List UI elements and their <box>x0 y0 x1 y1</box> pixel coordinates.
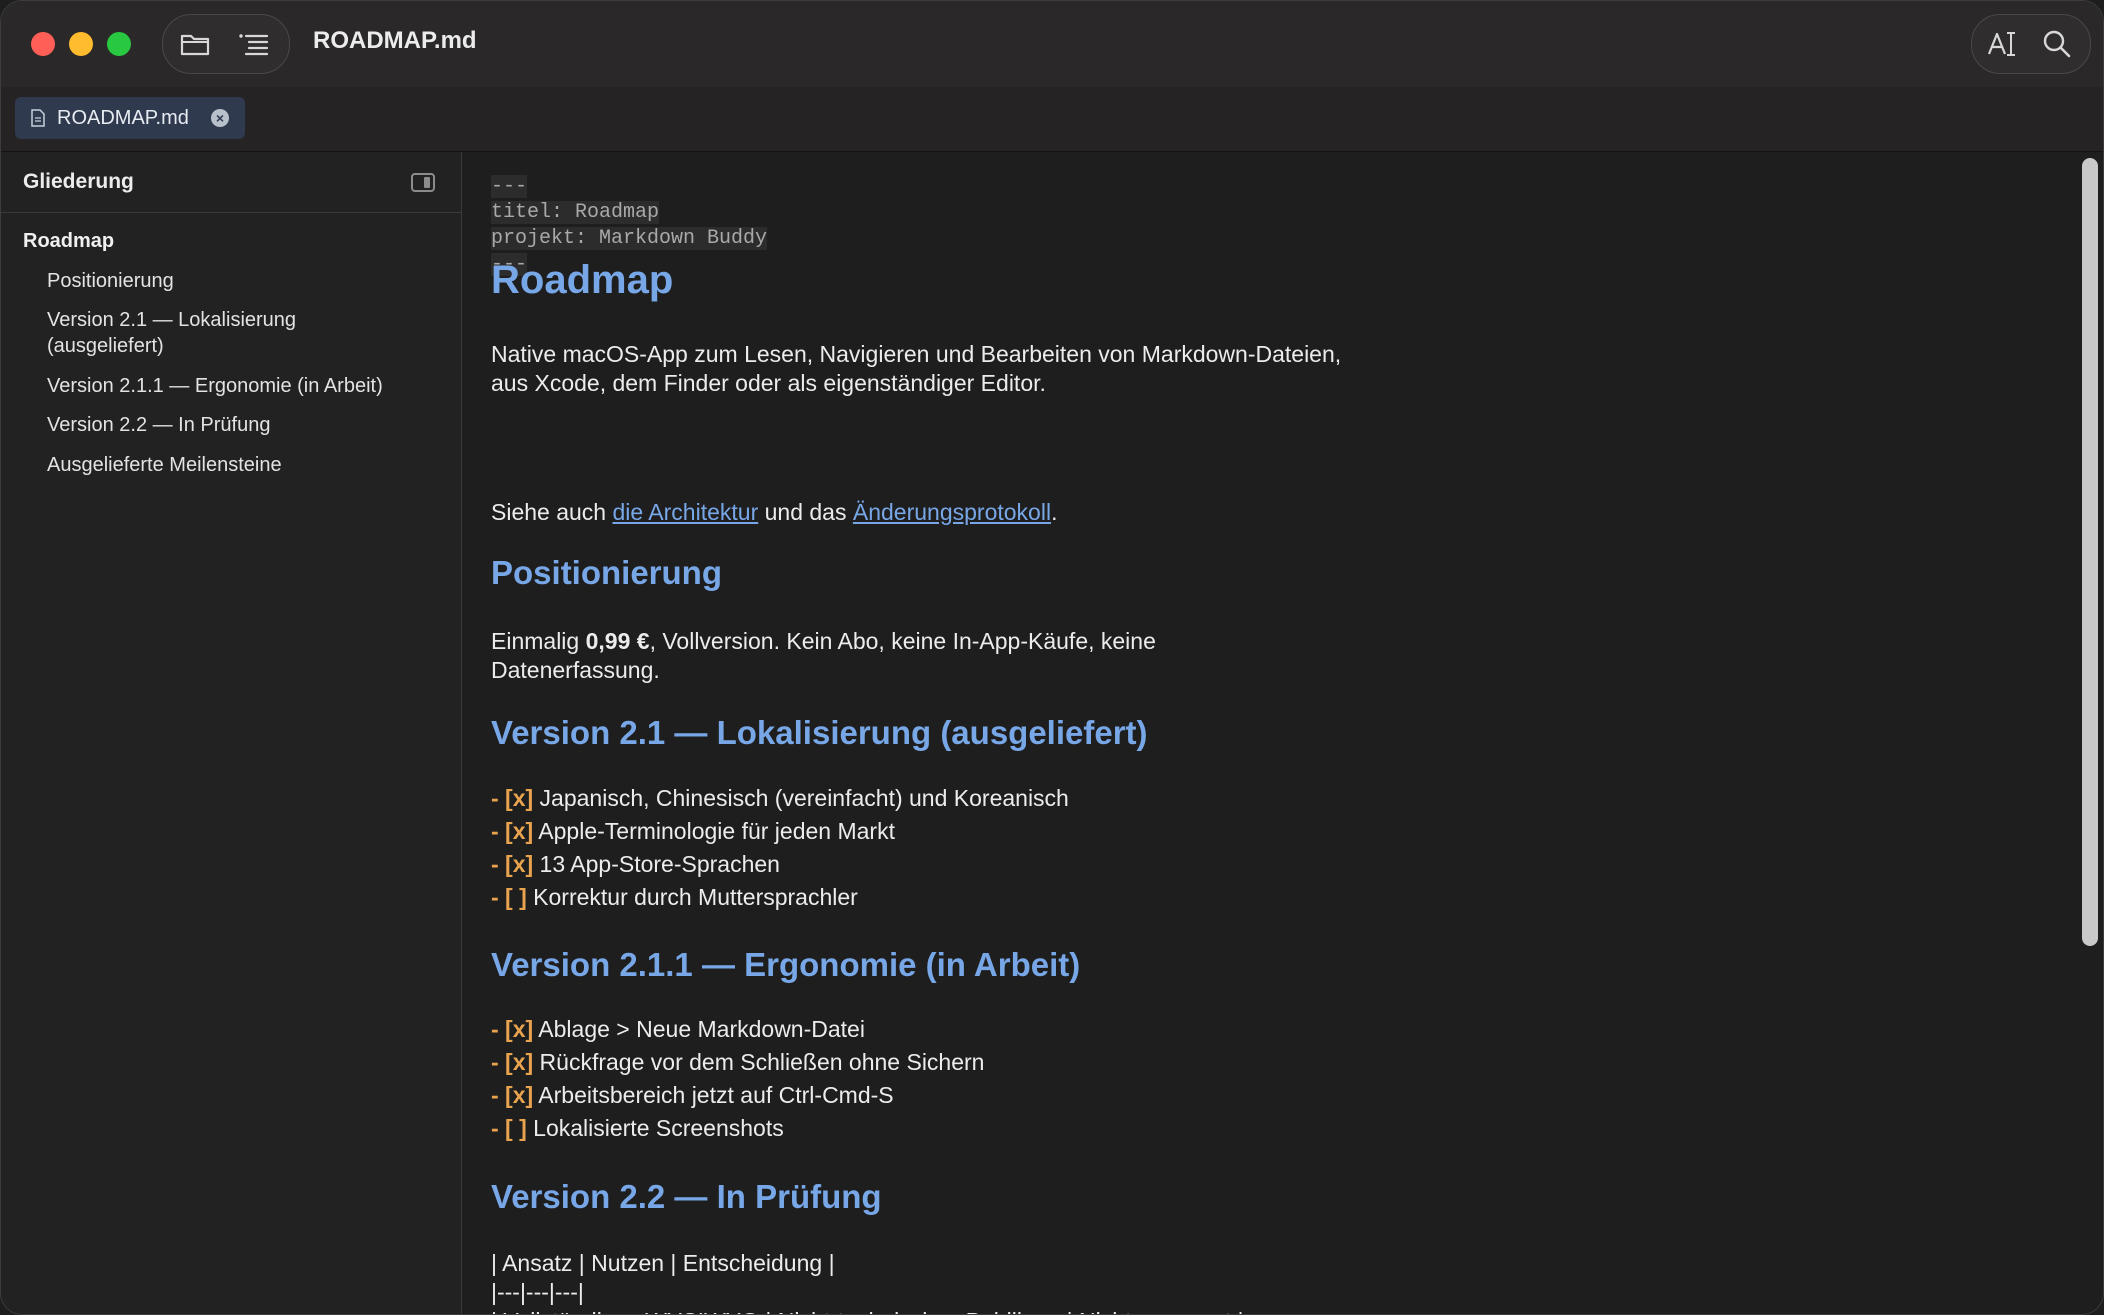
sidebar-header: Gliederung <box>1 152 461 213</box>
app-window: ROADMAP.md ROADMAP.md × Gliederung Roadm… <box>0 0 2104 1315</box>
search-icon <box>2043 30 2071 58</box>
outline-item-label-cont: (ausgeliefert) <box>47 335 164 357</box>
task-text: Ablage > Neue Markdown-Datei <box>533 1016 865 1042</box>
outline-item-version-2-2[interactable]: Version 2.2 — In Prüfung <box>47 412 270 438</box>
task-marker-open: - [ ] <box>491 884 527 910</box>
task-marker-done: - [x] <box>491 818 534 844</box>
task-marker-open: - [ ] <box>491 1115 527 1141</box>
intro-line: aus Xcode, dem Finder oder als eigenstän… <box>491 370 1046 396</box>
outline-item-positionierung[interactable]: Positionierung <box>47 268 174 294</box>
intro-paragraph: Native macOS-App zum Lesen, Navigieren u… <box>491 340 1341 398</box>
list-icon <box>239 34 269 56</box>
text-size-button[interactable] <box>1986 27 2022 61</box>
front-matter-line: projekt: Markdown Buddy <box>491 227 768 250</box>
outline-item-roadmap[interactable]: Roadmap <box>23 228 114 254</box>
sidebar-toggle-icon[interactable] <box>411 173 435 192</box>
outline-item-version-2-1-1[interactable]: Version 2.1.1 — Ergonomie (in Arbeit) <box>47 373 383 399</box>
task-text: Korrektur durch Muttersprachler <box>526 884 858 910</box>
heading-version-2-1-1: Version 2.1.1 — Ergonomie (in Arbeit) <box>491 946 1081 983</box>
task-item: - [ ] Korrektur durch Muttersprachler <box>491 881 1069 914</box>
task-item: - [x] Apple-Terminologie für jeden Markt <box>491 815 1069 848</box>
task-text: Apple-Terminologie für jeden Markt <box>533 818 895 844</box>
search-button[interactable] <box>2040 27 2076 61</box>
heading-roadmap: Roadmap <box>491 258 674 302</box>
heading-positionierung: Positionierung <box>491 554 722 591</box>
document-icon <box>31 109 45 127</box>
task-text: Lokalisierte Screenshots <box>526 1115 784 1141</box>
task-item: - [x] 13 App-Store-Sprachen <box>491 848 1069 881</box>
outline-toggle-button[interactable] <box>235 27 271 61</box>
task-item: - [x] Ablage > Neue Markdown-Datei <box>491 1013 984 1046</box>
toolbar-left-group <box>162 14 290 74</box>
positioning-line-2: Datenerfassung. <box>491 657 660 683</box>
architecture-link[interactable]: die Architektur <box>612 499 758 525</box>
open-folder-button[interactable] <box>177 27 213 61</box>
price-prefix: Einmalig <box>491 628 586 654</box>
table-source: | Ansatz | Nutzen | Entscheidung | |---|… <box>491 1249 1244 1314</box>
changelog-link[interactable]: Änderungsprotokoll <box>853 499 1051 525</box>
title-bar: ROADMAP.md <box>1 1 2103 87</box>
text-format-icon <box>1987 32 2015 56</box>
zoom-window-button[interactable] <box>107 32 131 56</box>
outline-item-label: Version 2.1 — Lokalisierung <box>47 309 297 331</box>
see-also-paragraph: Siehe auch die Architektur und das Änder… <box>491 498 1057 527</box>
toolbar-right-group <box>1971 14 2091 74</box>
task-text: Japanisch, Chinesisch (vereinfacht) und … <box>533 785 1069 811</box>
tab-bar: ROADMAP.md × <box>1 87 2103 152</box>
window-title: ROADMAP.md <box>313 27 477 54</box>
task-list-2-1-1: - [x] Ablage > Neue Markdown-Datei - [x]… <box>491 1013 984 1145</box>
sidebar-title: Gliederung <box>23 170 134 193</box>
table-line: | Vollständiges WYSIWYG | Nicht-technisc… <box>491 1307 1244 1314</box>
scrollbar-thumb[interactable] <box>2082 158 2098 946</box>
outline-sidebar: Gliederung Roadmap Positionierung Versio… <box>1 152 462 1314</box>
front-matter-line: --- <box>491 175 528 198</box>
task-item: - [x] Rückfrage vor dem Schließen ohne S… <box>491 1046 984 1079</box>
task-item: - [x] Japanisch, Chinesisch (vereinfacht… <box>491 782 1069 815</box>
intro-line: Native macOS-App zum Lesen, Navigieren u… <box>491 341 1342 367</box>
heading-version-2-1: Version 2.1 — Lokalisierung (ausgeliefer… <box>491 714 1148 751</box>
editor-content[interactable]: --- titel: Roadmap projekt: Markdown Bud… <box>462 152 2082 1314</box>
see-also-middle: und das <box>758 499 853 525</box>
see-also-prefix: Siehe auch <box>491 499 613 525</box>
see-also-suffix: . <box>1051 499 1058 525</box>
table-line: | Ansatz | Nutzen | Entscheidung | <box>491 1250 835 1276</box>
task-text: Arbeitsbereich jetzt auf Ctrl-Cmd-S <box>533 1082 894 1108</box>
task-list-2-1: - [x] Japanisch, Chinesisch (vereinfacht… <box>491 782 1069 914</box>
task-marker-done: - [x] <box>491 1016 534 1042</box>
task-text: 13 App-Store-Sprachen <box>533 851 780 877</box>
task-item: - [x] Arbeitsbereich jetzt auf Ctrl-Cmd-… <box>491 1079 984 1112</box>
task-marker-done: - [x] <box>491 851 534 877</box>
outline-item-version-2-1[interactable]: Version 2.1 — Lokalisierung (ausgeliefer… <box>47 307 296 359</box>
task-marker-done: - [x] <box>491 1049 534 1075</box>
tab-label: ROADMAP.md <box>57 107 189 129</box>
task-marker-done: - [x] <box>491 1082 534 1108</box>
tab-roadmap[interactable]: ROADMAP.md × <box>15 97 245 139</box>
heading-version-2-2: Version 2.2 — In Prüfung <box>491 1178 882 1215</box>
price-value: 0,99 € <box>585 628 650 654</box>
close-tab-icon[interactable]: × <box>211 109 229 127</box>
task-marker-done: - [x] <box>491 785 534 811</box>
price-suffix: , Vollversion. Kein Abo, keine In-App-Kä… <box>649 628 1156 654</box>
outline-item-meilensteine[interactable]: Ausgelieferte Meilensteine <box>47 452 282 478</box>
close-window-button[interactable] <box>31 32 55 56</box>
vertical-scrollbar[interactable] <box>2080 152 2102 1314</box>
front-matter-line: titel: Roadmap <box>491 201 660 224</box>
table-line: |---|---|---| <box>491 1279 584 1305</box>
folder-icon <box>180 34 210 56</box>
task-item: - [ ] Lokalisierte Screenshots <box>491 1112 984 1145</box>
positioning-paragraph: Einmalig 0,99 €, Vollversion. Kein Abo, … <box>491 627 1156 685</box>
minimize-window-button[interactable] <box>69 32 93 56</box>
task-text: Rückfrage vor dem Schließen ohne Sichern <box>533 1049 985 1075</box>
